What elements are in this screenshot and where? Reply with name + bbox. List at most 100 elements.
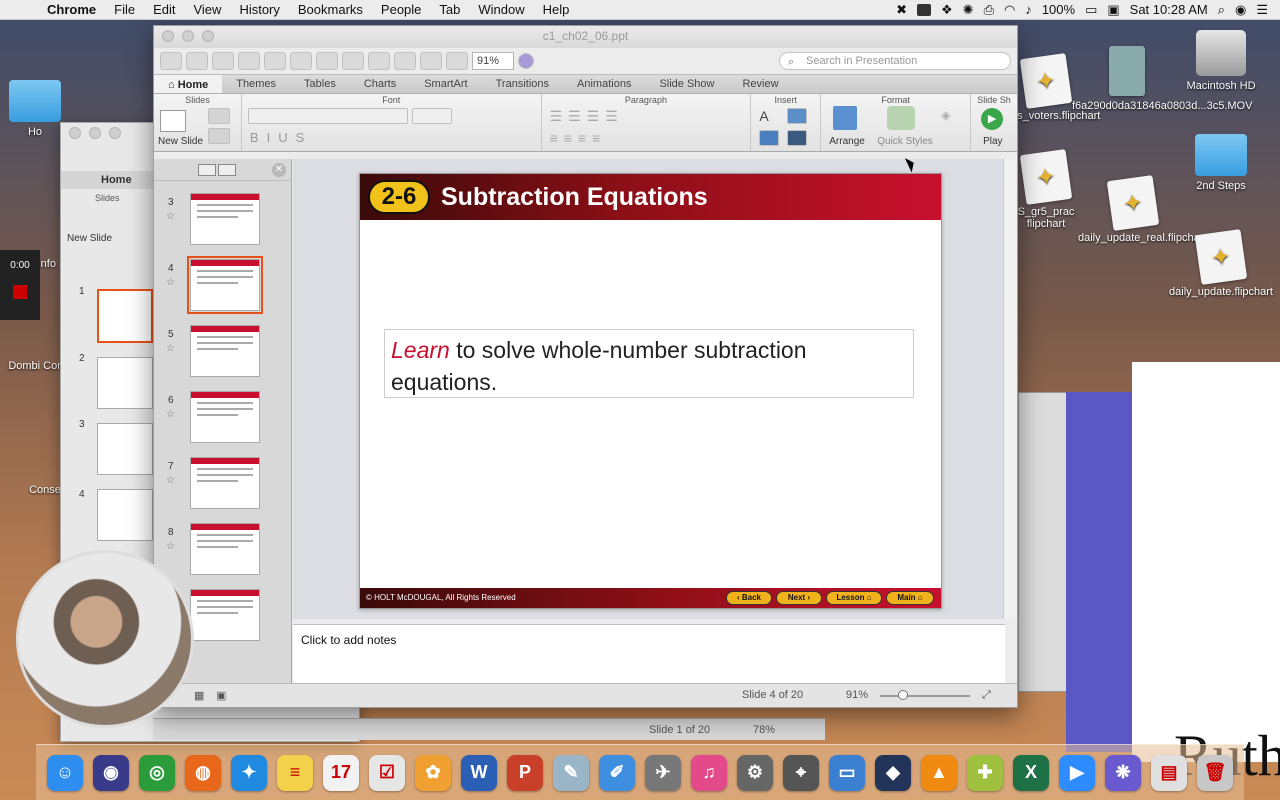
tab-themes[interactable]: Themes bbox=[222, 78, 290, 90]
new-slide-icon[interactable] bbox=[160, 110, 186, 132]
copy-icon[interactable] bbox=[290, 52, 312, 70]
redo-icon[interactable] bbox=[394, 52, 416, 70]
slide-body-textbox[interactable]: Learn to solve whole-number subtraction … bbox=[384, 329, 914, 398]
list-icons[interactable]: ☰☰☰☰ bbox=[550, 108, 624, 125]
slide-thumbnail-row[interactable]: 8 ☆ bbox=[154, 523, 291, 581]
save-icon[interactable] bbox=[212, 52, 234, 70]
new-slide-button[interactable]: New Slide bbox=[158, 136, 203, 147]
menu-people[interactable]: People bbox=[372, 2, 430, 17]
menu-view[interactable]: View bbox=[184, 2, 230, 17]
crossover-icon[interactable]: ✚ bbox=[967, 754, 1003, 791]
slide-title[interactable]: Subtraction Equations bbox=[441, 183, 708, 212]
format-painter-icon[interactable] bbox=[342, 52, 364, 70]
section-icon[interactable] bbox=[208, 128, 230, 144]
firefox-icon[interactable]: ◍ bbox=[185, 754, 221, 791]
tab-smartart[interactable]: SmartArt bbox=[410, 78, 481, 90]
siri-icon[interactable]: ◉ bbox=[93, 754, 129, 791]
outline-view-button[interactable] bbox=[218, 163, 236, 176]
photos-icon[interactable]: ✿ bbox=[415, 754, 451, 791]
media-icon[interactable] bbox=[446, 52, 468, 70]
menu-history[interactable]: History bbox=[230, 2, 288, 17]
slide-thumbnail[interactable] bbox=[97, 289, 153, 343]
layout-icon[interactable] bbox=[208, 108, 230, 124]
zoom-slider-handle[interactable] bbox=[898, 690, 908, 700]
vertical-scrollbar[interactable] bbox=[1003, 159, 1017, 619]
new-slide-button[interactable]: New Slide bbox=[67, 233, 112, 244]
zoom-slider[interactable] bbox=[880, 690, 970, 700]
slide-thumbnail[interactable] bbox=[190, 523, 260, 575]
minimize-window-button[interactable] bbox=[182, 30, 194, 42]
font-name-select[interactable] bbox=[247, 108, 408, 124]
slide-thumbnail-row[interactable]: 4 ☆ bbox=[154, 256, 291, 317]
lesson-nav-button[interactable]: Lesson ⌂ bbox=[826, 591, 882, 605]
menu-help[interactable]: Help bbox=[534, 2, 579, 17]
music-icon[interactable]: ♫ bbox=[691, 754, 727, 791]
next-nav-button[interactable]: Next › bbox=[776, 591, 822, 605]
picture-icon[interactable] bbox=[787, 108, 808, 124]
clock[interactable]: Sat 10:28 AM bbox=[1130, 2, 1208, 17]
close-status-icon[interactable]: ✖ bbox=[896, 2, 907, 18]
dropbox-icon[interactable]: ❖ bbox=[941, 2, 953, 18]
desktop-icon-gr5-prac[interactable]: ✦ S_gr5_prac flipchart bbox=[1008, 149, 1084, 230]
undo-icon[interactable] bbox=[368, 52, 390, 70]
font-size-select[interactable] bbox=[411, 108, 452, 124]
menu-window[interactable]: Window bbox=[469, 2, 533, 17]
board-icon[interactable]: ▭ bbox=[829, 754, 865, 791]
main-nav-button[interactable]: Main ⌂ bbox=[886, 591, 934, 605]
slide-thumbnail[interactable] bbox=[190, 457, 260, 509]
shape-icon[interactable] bbox=[759, 130, 780, 146]
downloads-icon[interactable]: ▤ bbox=[1151, 754, 1187, 791]
status-app-icon[interactable] bbox=[917, 3, 931, 16]
reminders-icon[interactable]: ☑ bbox=[369, 754, 405, 791]
slide-thumbnail-row[interactable]: 7 ☆ bbox=[154, 457, 291, 515]
word-icon[interactable]: W bbox=[461, 754, 497, 791]
notes-pane[interactable]: Click to add notes bbox=[293, 624, 1005, 684]
arrange-icon[interactable] bbox=[833, 106, 858, 130]
trash-icon[interactable]: 🗑 bbox=[1197, 754, 1233, 791]
text-box-icon[interactable]: A bbox=[759, 108, 768, 124]
slide-thumbnail[interactable] bbox=[97, 489, 153, 541]
tab-animations[interactable]: Animations bbox=[563, 78, 645, 90]
pages-icon[interactable]: ✐ bbox=[599, 754, 635, 791]
display-icon[interactable]: ▣ bbox=[1107, 2, 1119, 18]
zoom-select[interactable]: 91% bbox=[472, 52, 514, 70]
system-preferences-icon[interactable]: ⚙ bbox=[737, 754, 773, 791]
search-input[interactable]: ⌕ Search in Presentation bbox=[779, 52, 1011, 70]
close-pane-icon[interactable]: ✕ bbox=[272, 162, 286, 177]
stop-record-icon[interactable] bbox=[13, 285, 27, 299]
battery-icon[interactable]: ▭ bbox=[1085, 2, 1097, 18]
close-window-button[interactable] bbox=[162, 30, 174, 42]
spotlight-icon[interactable]: ⌕ bbox=[1218, 2, 1225, 18]
sidebar-icon[interactable] bbox=[420, 52, 442, 70]
notes-icon[interactable]: ≡ bbox=[277, 754, 313, 791]
tab-review[interactable]: Review bbox=[728, 78, 792, 90]
siri-menubar-icon[interactable]: ◉ bbox=[1235, 2, 1246, 18]
notification-center-icon[interactable]: ☰ bbox=[1256, 2, 1268, 18]
paste-icon[interactable] bbox=[316, 52, 338, 70]
desktop-icon-macintosh-hd[interactable]: Macintosh HD bbox=[1166, 30, 1276, 92]
tab-slide-show[interactable]: Slide Show bbox=[645, 78, 728, 90]
tab-home[interactable]: ⌂ Home bbox=[154, 75, 223, 93]
brightness-icon[interactable]: ✺ bbox=[963, 2, 974, 18]
back-nav-button[interactable]: ‹ Back bbox=[726, 591, 772, 605]
screenshot-icon[interactable]: ⌖ bbox=[783, 754, 819, 791]
align-icons[interactable]: ≡≡≡≡ bbox=[550, 130, 607, 146]
screen-recorder-widget[interactable]: 0:00 bbox=[0, 250, 40, 320]
tab-charts[interactable]: Charts bbox=[350, 78, 410, 90]
normal-view-icon[interactable]: ▦ bbox=[194, 689, 204, 702]
templates-icon[interactable] bbox=[186, 52, 208, 70]
slide-thumbnail-row[interactable]: 3 ☆ bbox=[154, 193, 291, 251]
tab-home[interactable]: Home bbox=[61, 171, 161, 189]
print-icon[interactable] bbox=[238, 52, 260, 70]
zoom-icon[interactable]: ▶ bbox=[1059, 754, 1095, 791]
play-icon[interactable]: ▶ bbox=[981, 108, 1004, 130]
slide-thumbnail-row[interactable]: 6 ☆ bbox=[154, 391, 291, 449]
quick-styles-icon[interactable] bbox=[887, 106, 916, 130]
launchpad-icon[interactable]: ✈ bbox=[645, 754, 681, 791]
arrange-button[interactable]: Arrange bbox=[829, 136, 865, 147]
battery-percent[interactable]: 100% bbox=[1042, 2, 1075, 17]
desktop-icon-daily-update[interactable]: ✦ daily_update.flipchart bbox=[1166, 229, 1276, 298]
safari-icon[interactable]: ✦ bbox=[231, 754, 267, 791]
menu-file[interactable]: File bbox=[105, 2, 144, 17]
media-insert-icon[interactable] bbox=[787, 130, 808, 146]
